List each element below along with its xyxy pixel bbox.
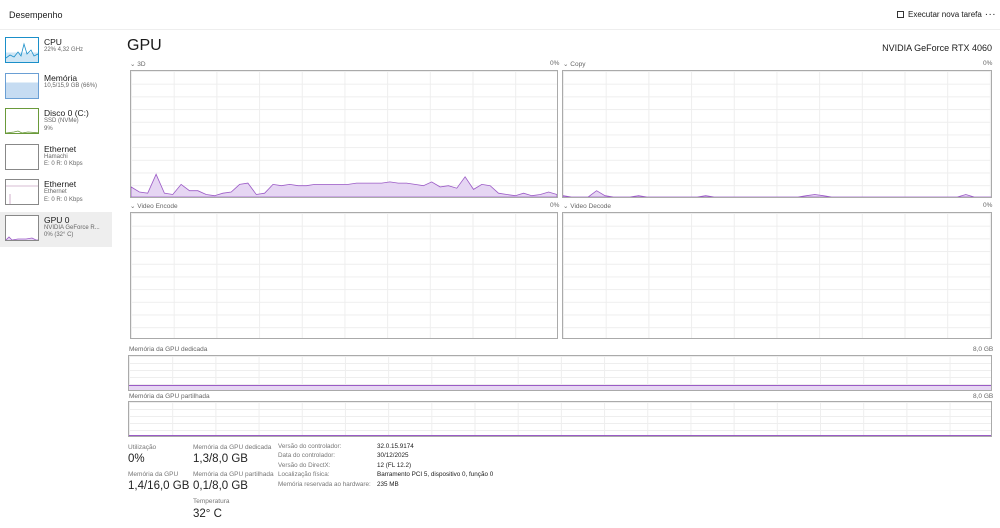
detail-key: Versão do controlador: <box>278 443 342 450</box>
sidebar-item-ethernet[interactable]: Ethernet Ethernet E: 0 R: 0 Kbps <box>0 176 112 212</box>
sidebar-item-sub: 0% (32° C) <box>44 232 74 238</box>
sidebar-item-ethernet-hamachi[interactable]: Ethernet Hamachi E: 0 R: 0 Kbps <box>0 141 112 177</box>
detail-key: Localização física: <box>278 471 330 479</box>
dedicated-memory-graph <box>128 355 992 391</box>
sidebar-item-memory[interactable]: Memória 10,5/15,9 GB (66%) <box>0 70 112 106</box>
title-bar: Desempenho Executar nova tarefa ... <box>0 0 1000 30</box>
graph-value-3d: 0% <box>550 60 560 67</box>
memory-usage-fill <box>129 384 991 390</box>
dedicated-memory-stat-label: Memória da GPU dedicada <box>193 444 272 451</box>
sidebar-item-disk[interactable]: Disco 0 (C:) SSD (NVMe) 9% <box>0 105 112 141</box>
sidebar-item-sub: 9% <box>44 125 53 132</box>
sidebar-item-name: GPU 0 <box>44 214 70 225</box>
detail-value: 12 (FL 12.2) <box>377 461 412 469</box>
gpu-memory-label: Memória da GPU <box>128 471 179 478</box>
gpu-model: NVIDIA GeForce RTX 4060 <box>882 43 992 53</box>
temperature-label: Temperatura <box>193 498 230 505</box>
sidebar-item-name: Ethernet <box>44 179 77 189</box>
graph-3d <box>130 70 558 198</box>
sidebar-item-cpu[interactable]: CPU 22% 4,32 GHz <box>0 34 112 70</box>
disk-thumbnail <box>5 108 39 134</box>
sidebar: CPU 22% 4,32 GHz Memória 10,5/15,9 GB (66%… <box>0 34 112 247</box>
detail-key: Memória reservada ao hardware: <box>278 480 371 488</box>
sidebar-item-sub: Hamachi <box>44 153 68 160</box>
utilization-value: 0% <box>128 453 145 465</box>
sidebar-item-name: Ethernet <box>44 143 77 154</box>
gpu-thumbnail <box>5 214 39 241</box>
usage-area <box>563 190 991 197</box>
shared-memory-graph <box>128 401 992 437</box>
run-new-task-button[interactable]: Executar nova tarefa <box>897 10 982 19</box>
graph-value-decode: 0% <box>983 202 993 209</box>
cpu-thumb-line <box>6 42 38 59</box>
graph-value-encode: 0% <box>550 202 560 209</box>
detail-value: 30/12/2025 <box>377 452 409 460</box>
utilization-label: Utilização <box>128 444 157 451</box>
dedicated-memory-stat-value: 1,3/8,0 GB <box>193 453 248 465</box>
graph-video-encode <box>130 212 558 339</box>
graph-value-copy: 0% <box>983 60 993 67</box>
graph-copy <box>562 70 992 198</box>
page-title: Desempenho <box>9 10 63 20</box>
ethernet-thumbnail <box>5 143 39 170</box>
detail-key: Data do controlador: <box>278 452 336 460</box>
sidebar-item-sub: NVIDIA GeForce R... <box>44 224 100 231</box>
gpu-memory-value: 1,4/16,0 GB <box>128 480 190 492</box>
graph-video-decode <box>562 212 992 339</box>
detail-value: 235 MB <box>377 480 399 488</box>
sidebar-item-name: Disco 0 (C:) <box>44 108 89 118</box>
sidebar-item-name: Memória <box>44 72 78 83</box>
cpu-thumbnail <box>5 37 39 63</box>
detail-key: Versão do DirectX: <box>278 461 331 469</box>
temperature-value: 32° C <box>193 508 222 520</box>
shared-memory-stat-value: 0,1/8,0 GB <box>193 480 248 492</box>
ethernet-thumbnail <box>5 179 39 205</box>
more-options-button[interactable]: ... <box>985 7 996 18</box>
sidebar-item-sub: 22% 4,32 GHz <box>44 47 84 53</box>
shared-memory-label: Memória da GPU partilhada <box>129 393 210 400</box>
sidebar-item-sub: Ethernet <box>44 189 67 195</box>
sidebar-item-gpu0[interactable]: GPU 0 NVIDIA GeForce R... 0% (32° C) <box>0 211 112 247</box>
shared-memory-stat-label: Memória da GPU partilhada <box>193 471 274 478</box>
run-task-icon <box>897 11 904 18</box>
graph-label-3d: ⌄ 3D <box>130 61 146 68</box>
graph-label-copy: ⌄ Copy <box>563 61 586 68</box>
sidebar-item-name: CPU <box>44 37 62 47</box>
gpu-heading: GPU <box>127 37 162 54</box>
sidebar-item-sub: 10,5/15,9 GB (66%) <box>44 82 98 89</box>
sidebar-item-sub: E: 0 R: 0 Kbps <box>44 196 83 203</box>
memory-thumbnail <box>5 72 39 99</box>
graph-label-decode: ⌄ Video Decode <box>563 203 611 210</box>
dedicated-memory-max: 8,0 GB <box>973 346 994 353</box>
sidebar-item-sub: E: 0 R: 0 Kbps <box>44 161 83 167</box>
shared-memory-max: 8,0 GB <box>973 393 994 400</box>
run-task-label: Executar nova tarefa <box>908 10 982 19</box>
memory-usage-fill <box>129 435 991 436</box>
detail-value: Barramento PCI 5, dispositivo 0, função … <box>377 471 494 479</box>
usage-area <box>131 173 557 197</box>
dedicated-memory-label: Memória da GPU dedicada <box>129 346 208 353</box>
detail-value: 32.0.15.9174 <box>377 443 414 450</box>
graph-label-encode: ⌄ Video Encode <box>130 203 178 210</box>
sidebar-item-sub: SSD (NVMe) <box>44 118 79 124</box>
